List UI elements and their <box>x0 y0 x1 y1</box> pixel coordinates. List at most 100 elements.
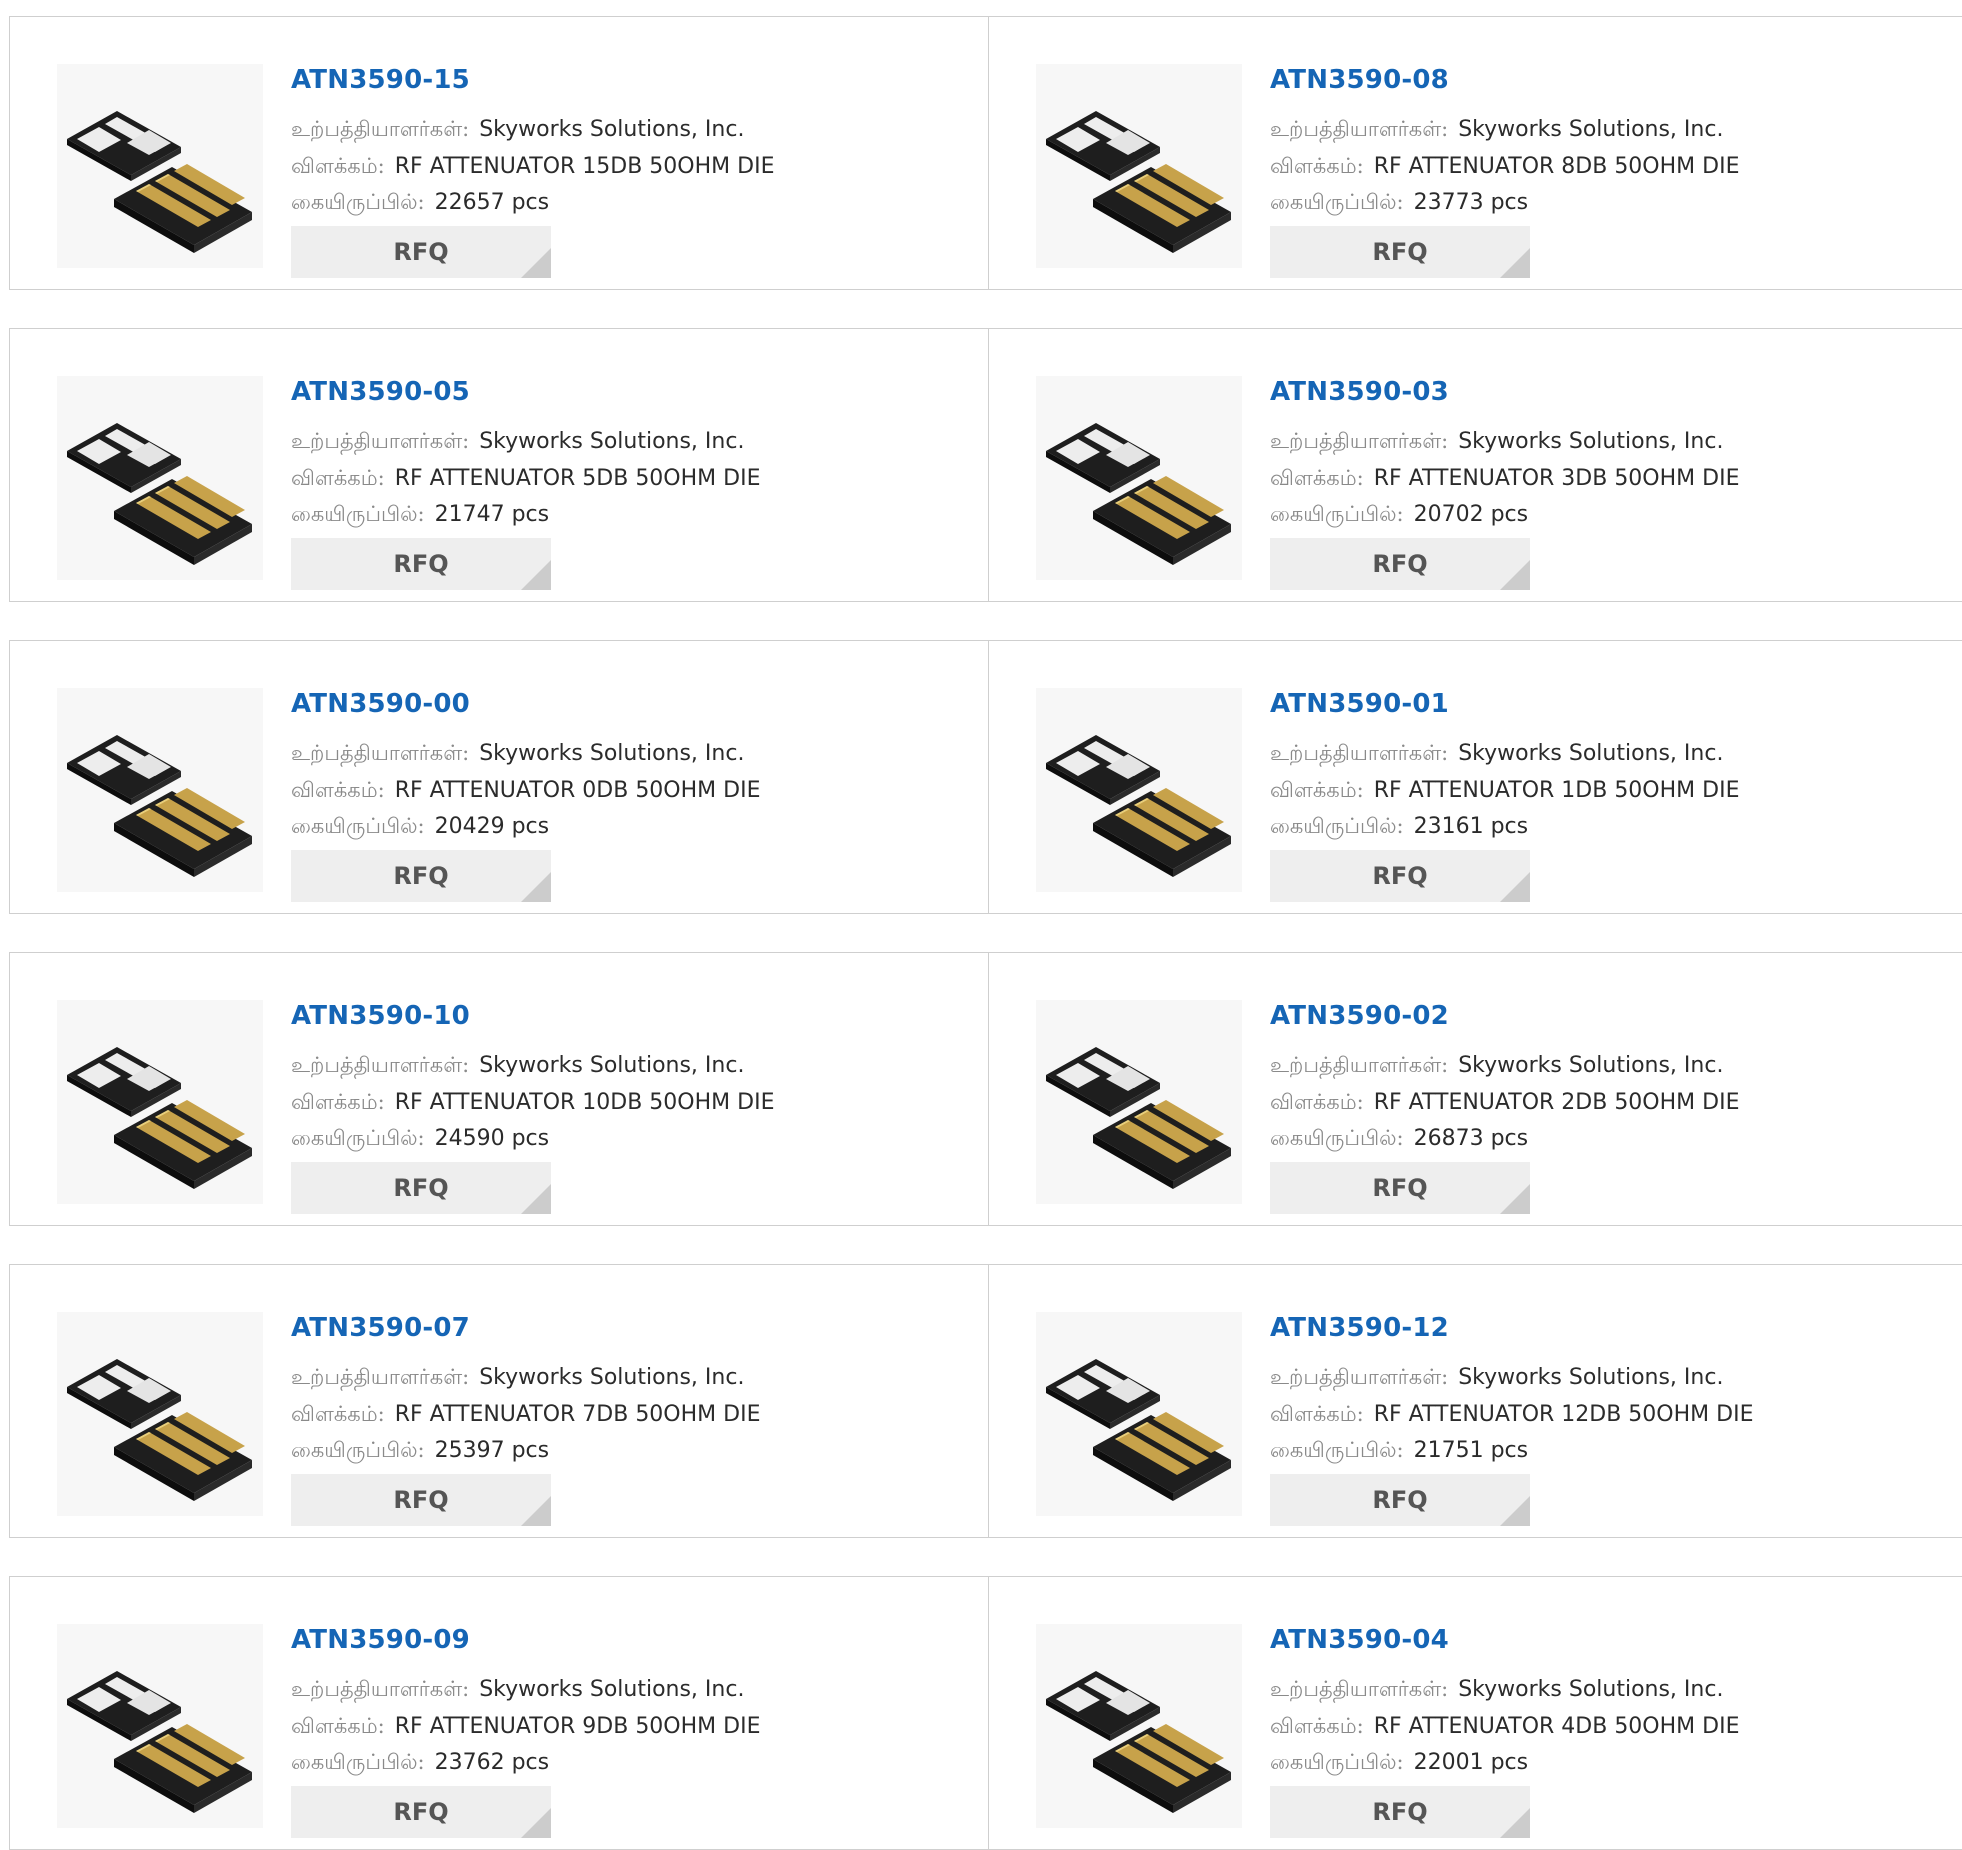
part-number-link[interactable]: ATN3590-08 <box>1270 65 1449 95</box>
manufacturer-value: Skyworks Solutions, Inc. <box>479 741 745 766</box>
part-number-link[interactable]: ATN3590-02 <box>1270 1001 1449 1031</box>
product-card: ATN3590-07 உற்பத்தியாளர்கள்: Skyworks Sol… <box>10 1265 988 1537</box>
description-label: விளக்கம்: <box>291 1402 385 1426</box>
part-number-link[interactable]: ATN3590-05 <box>291 377 470 407</box>
rfq-button[interactable]: RFQ <box>1270 538 1530 590</box>
rfq-button[interactable]: RFQ <box>1270 226 1530 278</box>
description-row: விளக்கம்: RF ATTENUATOR 12DB 50OHM DIE <box>1270 1399 1753 1430</box>
corner-triangle-icon <box>1500 1496 1530 1526</box>
product-row: ATN3590-05 உற்பத்தியாளர்கள்: Skyworks Sol… <box>9 328 1962 602</box>
description-value: RF ATTENUATOR 0DB 50OHM DIE <box>394 778 761 803</box>
product-card: ATN3590-05 உற்பத்தியாளர்கள்: Skyworks Sol… <box>10 329 988 601</box>
manufacturer-label: உற்பத்தியாளர்கள்: <box>291 1365 470 1389</box>
description-row: விளக்கம்: RF ATTENUATOR 15DB 50OHM DIE <box>291 151 774 182</box>
rfq-button[interactable]: RFQ <box>1270 1786 1530 1838</box>
stock-value: 24590 pcs <box>434 1126 550 1151</box>
manufacturer-value: Skyworks Solutions, Inc. <box>479 1677 745 1702</box>
product-image[interactable] <box>57 1312 263 1516</box>
part-number-link[interactable]: ATN3590-09 <box>291 1625 470 1655</box>
stock-value: 20429 pcs <box>434 814 550 839</box>
manufacturer-value: Skyworks Solutions, Inc. <box>1458 741 1724 766</box>
description-row: விளக்கம்: RF ATTENUATOR 4DB 50OHM DIE <box>1270 1711 1739 1742</box>
part-number-link[interactable]: ATN3590-00 <box>291 689 470 719</box>
product-row: ATN3590-09 உற்பத்தியாளர்கள்: Skyworks Sol… <box>9 1576 1962 1850</box>
corner-triangle-icon <box>521 1808 551 1838</box>
stock-value: 26873 pcs <box>1413 1126 1529 1151</box>
manufacturer-value: Skyworks Solutions, Inc. <box>1458 1677 1724 1702</box>
manufacturer-label: உற்பத்தியாளர்கள்: <box>1270 117 1449 141</box>
product-image[interactable] <box>57 1624 263 1828</box>
rfq-button[interactable]: RFQ <box>1270 1474 1530 1526</box>
product-row: ATN3590-00 உற்பத்தியாளர்கள்: Skyworks Sol… <box>9 640 1962 914</box>
manufacturer-label: உற்பத்தியாளர்கள்: <box>291 117 470 141</box>
rfq-button[interactable]: RFQ <box>1270 1162 1530 1214</box>
product-card: ATN3590-15 உற்பத்தியாளர்கள்: Skyworks Sol… <box>10 17 988 289</box>
description-row: விளக்கம்: RF ATTENUATOR 8DB 50OHM DIE <box>1270 151 1739 182</box>
manufacturer-label: உற்பத்தியாளர்கள்: <box>291 1053 470 1077</box>
product-image[interactable] <box>57 376 263 580</box>
part-number-link[interactable]: ATN3590-01 <box>1270 689 1449 719</box>
product-card: ATN3590-08 உற்பத்தியாளர்கள்: Skyworks Sol… <box>988 17 1962 289</box>
corner-triangle-icon <box>521 872 551 902</box>
product-card: ATN3590-01 உற்பத்தியாளர்கள்: Skyworks Sol… <box>988 641 1962 913</box>
product-image[interactable] <box>1036 64 1242 268</box>
manufacturer-value: Skyworks Solutions, Inc. <box>479 429 745 454</box>
product-image[interactable] <box>57 1000 263 1204</box>
description-value: RF ATTENUATOR 2DB 50OHM DIE <box>1373 1090 1740 1115</box>
description-label: விளக்கம்: <box>1270 1402 1364 1426</box>
rfq-button[interactable]: RFQ <box>291 538 551 590</box>
rfq-button[interactable]: RFQ <box>291 1162 551 1214</box>
product-card: ATN3590-03 உற்பத்தியாளர்கள்: Skyworks Sol… <box>988 329 1962 601</box>
part-number-link[interactable]: ATN3590-15 <box>291 65 470 95</box>
manufacturer-value: Skyworks Solutions, Inc. <box>1458 429 1724 454</box>
product-image[interactable] <box>1036 1312 1242 1516</box>
stock-row: கையிருப்பில்: 20429 pcs <box>291 811 549 842</box>
stock-value: 21751 pcs <box>1413 1438 1529 1463</box>
description-row: விளக்கம்: RF ATTENUATOR 3DB 50OHM DIE <box>1270 463 1739 494</box>
stock-value: 21747 pcs <box>434 502 550 527</box>
stock-row: கையிருப்பில்: 23762 pcs <box>291 1747 549 1778</box>
rfq-label: RFQ <box>393 1486 449 1514</box>
rfq-button[interactable]: RFQ <box>291 226 551 278</box>
part-number-link[interactable]: ATN3590-04 <box>1270 1625 1449 1655</box>
product-image[interactable] <box>1036 1624 1242 1828</box>
product-image[interactable] <box>1036 1000 1242 1204</box>
description-row: விளக்கம்: RF ATTENUATOR 0DB 50OHM DIE <box>291 775 760 806</box>
stock-row: கையிருப்பில்: 20702 pcs <box>1270 499 1528 530</box>
manufacturer-label: உற்பத்தியாளர்கள்: <box>1270 1677 1449 1701</box>
manufacturer-label: உற்பத்தியாளர்கள்: <box>1270 1365 1449 1389</box>
part-number-link[interactable]: ATN3590-12 <box>1270 1313 1449 1343</box>
product-row: ATN3590-07 உற்பத்தியாளர்கள்: Skyworks Sol… <box>9 1264 1962 1538</box>
part-number-link[interactable]: ATN3590-03 <box>1270 377 1449 407</box>
description-label: விளக்கம்: <box>1270 778 1364 802</box>
manufacturer-row: உற்பத்தியாளர்கள்: Skyworks Solutions, Inc… <box>291 738 744 769</box>
part-number-link[interactable]: ATN3590-07 <box>291 1313 470 1343</box>
stock-row: கையிருப்பில்: 23161 pcs <box>1270 811 1528 842</box>
manufacturer-value: Skyworks Solutions, Inc. <box>479 1053 745 1078</box>
corner-triangle-icon <box>521 1496 551 1526</box>
rfq-button[interactable]: RFQ <box>291 1786 551 1838</box>
part-number-link[interactable]: ATN3590-10 <box>291 1001 470 1031</box>
product-image[interactable] <box>57 688 263 892</box>
product-image[interactable] <box>1036 688 1242 892</box>
description-label: விளக்கம்: <box>1270 1714 1364 1738</box>
stock-label: கையிருப்பில்: <box>291 1126 425 1150</box>
description-value: RF ATTENUATOR 1DB 50OHM DIE <box>1373 778 1740 803</box>
product-image[interactable] <box>57 64 263 268</box>
manufacturer-label: உற்பத்தியாளர்கள்: <box>291 1677 470 1701</box>
stock-label: கையிருப்பில்: <box>1270 1126 1404 1150</box>
product-image[interactable] <box>1036 376 1242 580</box>
rfq-button[interactable]: RFQ <box>1270 850 1530 902</box>
manufacturer-row: உற்பத்தியாளர்கள்: Skyworks Solutions, Inc… <box>291 1050 744 1081</box>
stock-label: கையிருப்பில்: <box>291 190 425 214</box>
manufacturer-value: Skyworks Solutions, Inc. <box>479 1365 745 1390</box>
rfq-button[interactable]: RFQ <box>291 1474 551 1526</box>
description-value: RF ATTENUATOR 5DB 50OHM DIE <box>394 466 761 491</box>
rfq-button[interactable]: RFQ <box>291 850 551 902</box>
rfq-label: RFQ <box>393 1798 449 1826</box>
description-row: விளக்கம்: RF ATTENUATOR 9DB 50OHM DIE <box>291 1711 760 1742</box>
manufacturer-value: Skyworks Solutions, Inc. <box>1458 1053 1724 1078</box>
rfq-label: RFQ <box>393 1174 449 1202</box>
manufacturer-value: Skyworks Solutions, Inc. <box>1458 117 1724 142</box>
stock-value: 20702 pcs <box>1413 502 1529 527</box>
